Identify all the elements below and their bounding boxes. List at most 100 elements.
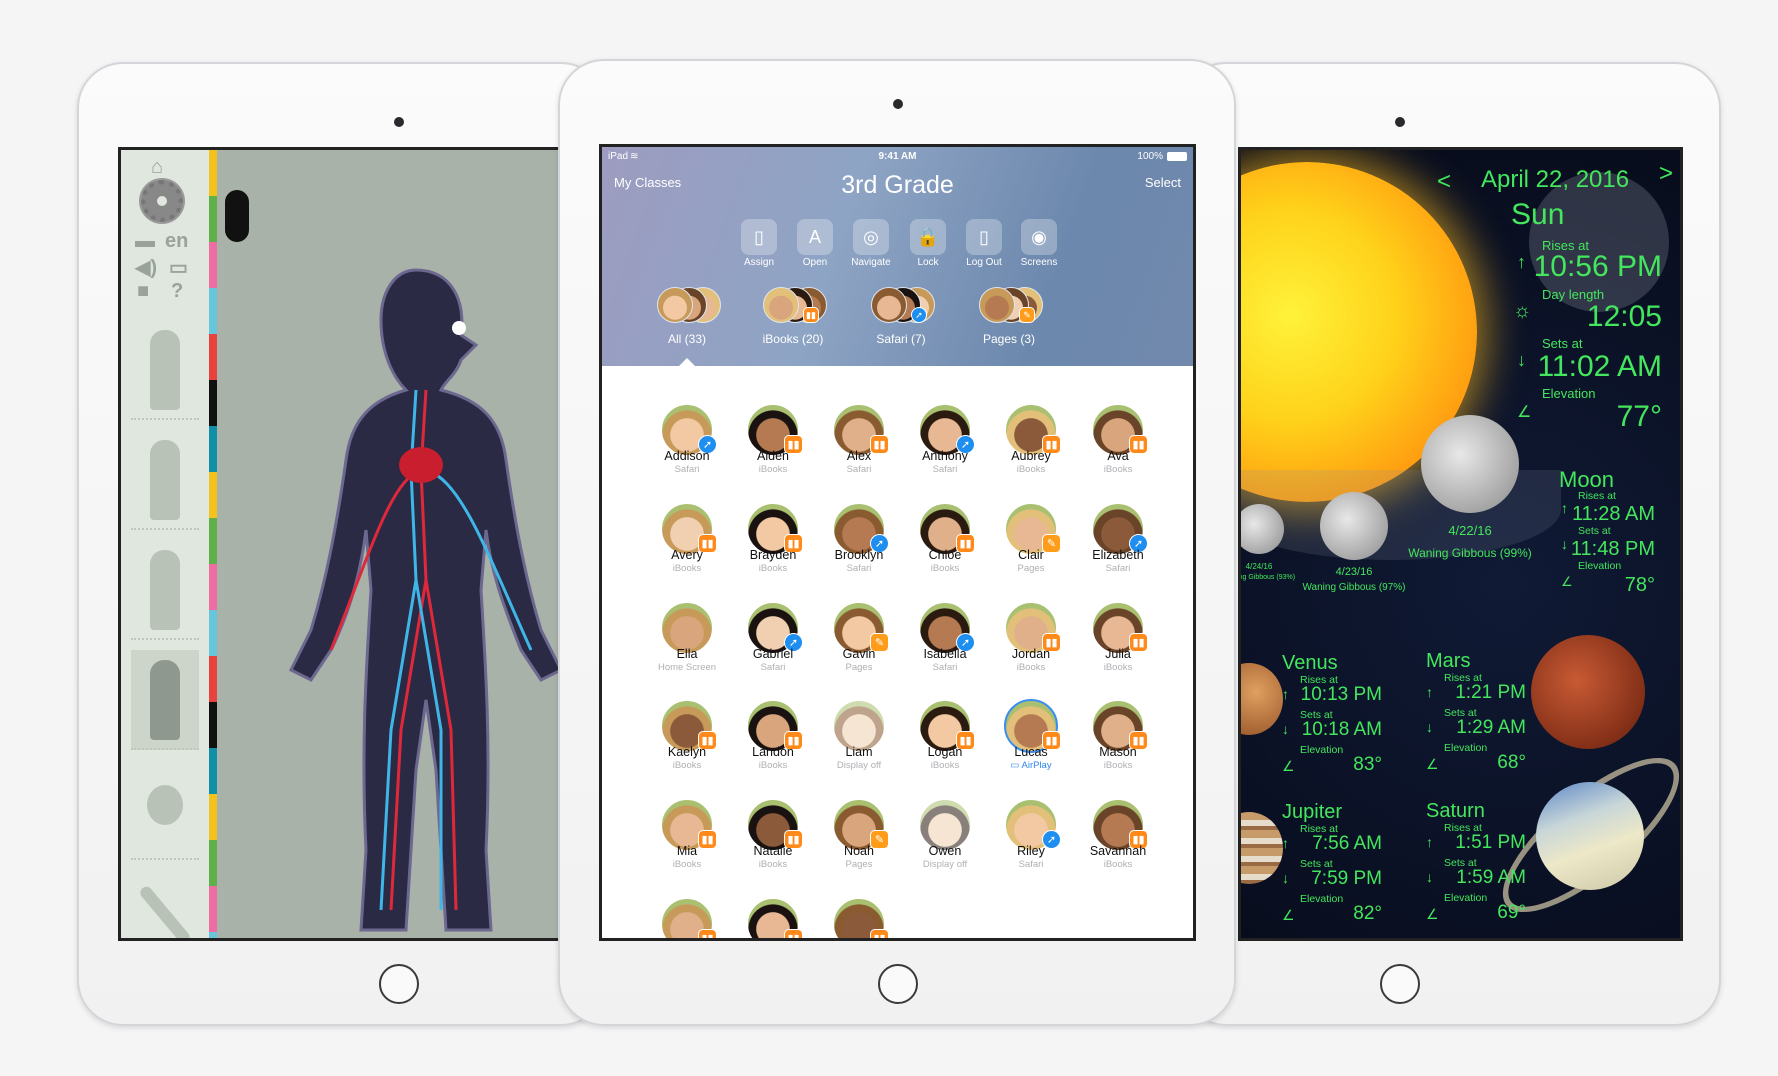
student-tile[interactable]: ➚ Gabriel Safari: [730, 601, 816, 700]
student-tile[interactable]: ▮▮ Chloe iBooks: [902, 502, 988, 601]
center-home-button[interactable]: [878, 964, 918, 1004]
student-status-text: iBooks: [1016, 464, 1046, 475]
right-home-button[interactable]: [1380, 964, 1420, 1004]
planet-elev: 69°: [1497, 902, 1526, 923]
windup-key-icon[interactable]: [225, 190, 249, 242]
elevation-angle-icon: ∠: [1561, 574, 1573, 589]
student-tile[interactable]: ▮▮ Lucas ▭ AirPlay: [988, 699, 1074, 798]
student-status-text: iBooks: [758, 859, 788, 870]
airplay-icon: ▭: [1010, 760, 1022, 771]
lock-button[interactable]: 🔒: [910, 219, 946, 255]
strip-segment: [209, 334, 217, 380]
circulation-thumbnail[interactable]: [131, 650, 199, 750]
student-tile[interactable]: ▮▮ Alex Safari: [816, 403, 902, 502]
select-button[interactable]: Select: [1145, 175, 1181, 190]
heart-thumbnail[interactable]: [131, 760, 199, 860]
student-tile[interactable]: ➚ Riley Safari: [988, 798, 1074, 897]
planet-elev-label: Elevation: [1444, 742, 1488, 754]
lungs-thumbnail[interactable]: [131, 540, 199, 640]
skeleton-thumbnail[interactable]: [131, 320, 199, 420]
group-filter-0[interactable]: [657, 287, 727, 357]
sun-elevation-value: 77°: [1616, 400, 1662, 433]
prev-day-button[interactable]: <: [1437, 168, 1451, 196]
help-button[interactable]: ?: [171, 280, 183, 303]
planet-sets: 1:29 AM: [1456, 717, 1526, 738]
student-tile[interactable]: ▮▮: [644, 897, 730, 938]
student-name: Addison: [664, 449, 710, 463]
student-tile[interactable]: Ella Home Screen: [644, 601, 730, 700]
student-tile[interactable]: ▮▮ Aubrey iBooks: [988, 403, 1074, 502]
student-tile[interactable]: ➚ Addison Safari: [644, 403, 730, 502]
student-status: ▭ AirPlay: [988, 760, 1074, 771]
student-name: Lucas: [1014, 745, 1048, 759]
student-tile[interactable]: ▮▮ Aiden iBooks: [730, 403, 816, 502]
elevation-angle-icon: ∠: [1282, 907, 1295, 923]
student-tile[interactable]: ▮▮ Logan iBooks: [902, 699, 988, 798]
group-filter-2[interactable]: ➚: [871, 287, 941, 357]
rise-arrow-icon: ↑: [1282, 686, 1289, 702]
planet-elev-label: Elevation: [1444, 892, 1488, 904]
mars-image: [1531, 635, 1645, 749]
student-tile[interactable]: ▮▮ Avery iBooks: [644, 502, 730, 601]
moon-elevation-value: 78°: [1624, 574, 1655, 596]
ibooks-badge-icon: ▮▮: [698, 929, 717, 938]
strip-segment: [209, 288, 217, 334]
student-tile[interactable]: Liam Display off: [816, 699, 902, 798]
student-tile[interactable]: ✎ Clair Pages: [988, 502, 1074, 601]
organs-thumbnail[interactable]: [131, 430, 199, 530]
student-tile[interactable]: ▮▮: [730, 897, 816, 938]
student-status-text: Safari: [846, 464, 872, 475]
student-status-text: iBooks: [672, 760, 702, 771]
student-tile[interactable]: ▮▮ Jordan iBooks: [988, 601, 1074, 700]
next-day-button[interactable]: >: [1659, 160, 1673, 188]
student-status-text: Safari: [1105, 563, 1131, 574]
student-status-text: iBooks: [672, 859, 702, 870]
screens-button[interactable]: ◉: [1021, 219, 1057, 255]
assign-button[interactable]: ▯: [741, 219, 777, 255]
left-home-button[interactable]: [379, 964, 419, 1004]
student-tile[interactable]: ➚ Brooklyn Safari: [816, 502, 902, 601]
student-status: iBooks: [644, 760, 730, 771]
speaker-icon[interactable]: ◀): [135, 255, 157, 280]
gear-icon[interactable]: [141, 180, 183, 222]
speech-bubble-icon[interactable]: ▭: [169, 255, 188, 280]
stop-icon[interactable]: ■: [137, 280, 149, 303]
moon-sets-value: 11:48 PM: [1570, 538, 1655, 560]
ibooks-badge-icon: ▮▮: [803, 307, 819, 323]
group-filter-3[interactable]: ✎: [979, 287, 1049, 357]
strip-segment: [209, 150, 217, 196]
student-name: Brooklyn: [834, 548, 884, 562]
strip-segment: [209, 932, 217, 938]
bone-thumbnail[interactable]: [131, 870, 199, 938]
student-name: Ella: [676, 647, 698, 661]
student-tile[interactable]: ▮▮ Mason iBooks: [1075, 699, 1161, 798]
student-tile[interactable]: ➚ Elizabeth Safari: [1075, 502, 1161, 601]
student-tile[interactable]: ➚ Isabella Safari: [902, 601, 988, 700]
log-out-button[interactable]: ▯: [966, 219, 1002, 255]
student-tile[interactable]: ➚ Anthony Safari: [902, 403, 988, 502]
open-button[interactable]: A: [797, 219, 833, 255]
tag-icon[interactable]: ▬: [135, 230, 155, 253]
navigate-button[interactable]: ◎: [853, 219, 889, 255]
student-tile[interactable]: ▮▮ Natalie iBooks: [730, 798, 816, 897]
student-tile[interactable]: ▮▮ Ava iBooks: [1075, 403, 1161, 502]
strip-segment: [209, 380, 217, 426]
student-tile[interactable]: ▮▮ Kaelyn iBooks: [644, 699, 730, 798]
student-tile[interactable]: ✎ Gavin Pages: [816, 601, 902, 700]
student-tile[interactable]: Owen Display off: [902, 798, 988, 897]
planet-title: Mars: [1426, 650, 1471, 672]
student-tile[interactable]: ✎ Noah Pages: [816, 798, 902, 897]
student-tile[interactable]: ▮▮ Mia iBooks: [644, 798, 730, 897]
student-tile[interactable]: ▮▮ Brayden iBooks: [730, 502, 816, 601]
group-filter-1[interactable]: ▮▮: [763, 287, 833, 357]
student-tile[interactable]: ▮▮ Savannah iBooks: [1075, 798, 1161, 897]
student-tile[interactable]: ▮▮ Julia iBooks: [1075, 601, 1161, 700]
planet-mars: Mars Rises at 1:21 PM Sets at 1:29 AM Elevati…: [1426, 650, 1526, 780]
moon-sets-label: Sets at: [1578, 525, 1611, 537]
student-status: iBooks: [730, 760, 816, 771]
planet-venus: Venus Rises at 10:13 PM Sets at 10:18 AM Elev…: [1282, 652, 1382, 782]
student-tile[interactable]: ▮▮ Landon iBooks: [730, 699, 816, 798]
home-icon[interactable]: ⌂: [151, 156, 163, 179]
language-button[interactable]: en: [165, 230, 188, 253]
student-tile[interactable]: ▮▮: [816, 897, 902, 938]
